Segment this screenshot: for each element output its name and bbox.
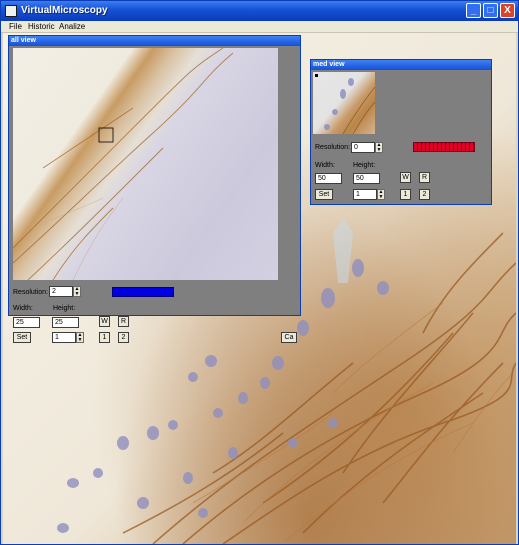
all-2-button[interactable]: 2 (118, 332, 129, 343)
all-color-bar (112, 287, 174, 297)
app-icon (5, 5, 17, 17)
all-view-window: all view Resolution: 2 ▲ ▼ Width: Height… (8, 35, 301, 343)
all-1-button[interactable]: 1 (99, 332, 110, 343)
title-bar: VirtualMicroscopy _ □ X (1, 1, 518, 21)
all-resolution-field[interactable]: 2 (49, 286, 73, 297)
all-height-label: Height: (53, 305, 76, 312)
all-ca-button[interactable]: Ca (281, 332, 297, 343)
all-spin-spinner[interactable]: ▲ ▼ (76, 332, 84, 343)
med-width-field[interactable]: 50 (315, 173, 342, 184)
menu-bar: File Historic Analize (1, 21, 518, 33)
all-w-button[interactable]: W (99, 316, 110, 327)
med-spin-spinner[interactable]: ▲ ▼ (377, 189, 385, 200)
all-set-button[interactable]: Set (13, 332, 31, 343)
all-spin-field[interactable]: 1 (52, 332, 76, 343)
med-height-field[interactable]: 50 (353, 173, 380, 184)
all-resolution-label: Resolution: (13, 289, 49, 296)
med-height-label: Height: (353, 162, 376, 169)
main-window: VirtualMicroscopy _ □ X File Historic An… (0, 0, 519, 545)
med-2-button[interactable]: 2 (419, 189, 430, 200)
med-view-title: med view (311, 60, 491, 70)
menu-analize[interactable]: Analize (59, 22, 85, 31)
med-set-button[interactable]: Set (315, 189, 333, 200)
med-view-image[interactable] (313, 72, 375, 134)
all-resolution-spinner[interactable]: ▲ ▼ (73, 286, 81, 297)
all-r-button[interactable]: R (118, 316, 129, 327)
window-title: VirtualMicroscopy (21, 5, 108, 16)
med-spin-field[interactable]: 1 (353, 189, 377, 200)
all-height-field[interactable]: 25 (52, 317, 79, 328)
all-width-label: Width: (13, 305, 33, 312)
all-view-title: all view (9, 36, 300, 46)
med-corner-marker (315, 74, 318, 77)
med-r-button[interactable]: R (419, 172, 430, 183)
all-width-field[interactable]: 25 (13, 317, 40, 328)
med-resolution-spinner[interactable]: ▲ ▼ (375, 142, 383, 153)
med-1-button[interactable]: 1 (400, 189, 411, 200)
all-view-image[interactable] (13, 48, 278, 280)
med-resolution-field[interactable]: 0 (351, 142, 375, 153)
med-color-bar (413, 142, 475, 152)
menu-file[interactable]: File (9, 22, 22, 31)
minimize-button[interactable]: _ (466, 3, 481, 18)
med-view-window: med view Resolution: 0 ▲ ▼ Width: Height: (310, 59, 492, 205)
maximize-button[interactable]: □ (483, 3, 498, 18)
menu-historic[interactable]: Historic (28, 22, 55, 31)
med-w-button[interactable]: W (400, 172, 411, 183)
close-button[interactable]: X (500, 3, 515, 18)
med-width-label: Width: (315, 162, 335, 169)
med-resolution-label: Resolution: (315, 144, 351, 151)
all-view-tissue (13, 48, 234, 280)
med-view-tissue (324, 78, 375, 134)
selection-box[interactable] (98, 127, 114, 143)
